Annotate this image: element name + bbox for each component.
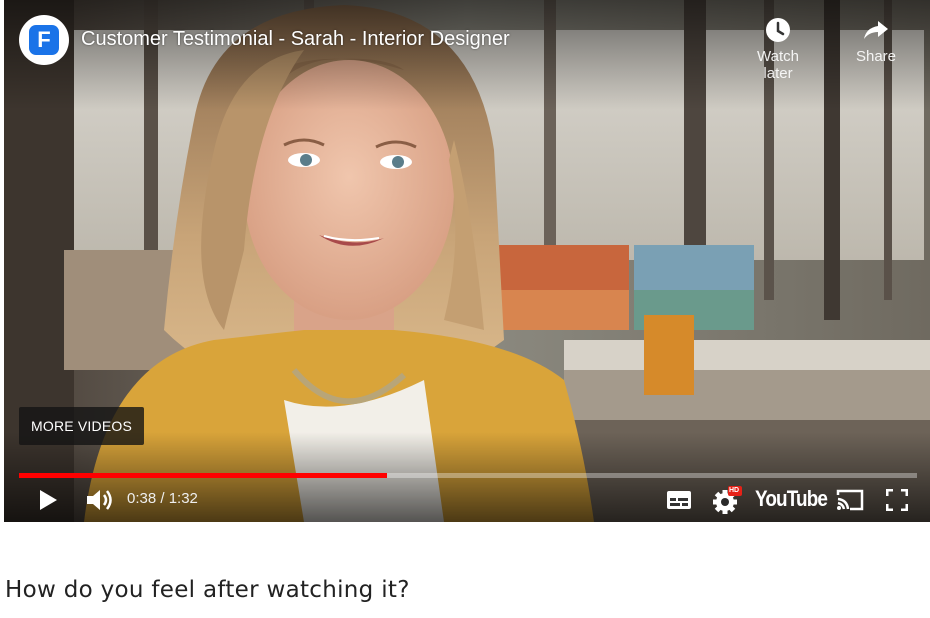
fullscreen-button[interactable]	[882, 484, 912, 516]
subtitles-icon	[667, 491, 691, 509]
video-title[interactable]: Customer Testimonial - Sarah - Interior …	[81, 28, 510, 51]
clock-icon	[766, 18, 790, 42]
mute-button[interactable]	[82, 484, 116, 516]
play-button[interactable]	[34, 484, 62, 516]
question-text: How do you feel after watching it?	[5, 577, 410, 603]
watch-later-button[interactable]: Watch later	[743, 16, 813, 82]
share-icon	[864, 21, 888, 39]
share-button[interactable]: Share	[841, 16, 911, 65]
fullscreen-icon	[886, 489, 908, 511]
play-icon	[40, 490, 57, 510]
volume-icon	[87, 490, 112, 510]
cast-icon	[836, 489, 864, 511]
watch-later-label: Watch later	[757, 48, 799, 82]
progress-bar[interactable]	[19, 473, 917, 478]
time-display: 0:38 / 1:32	[127, 490, 198, 507]
share-label: Share	[855, 48, 897, 65]
hd-badge: HD	[729, 487, 740, 494]
youtube-logo[interactable]: YouTube	[755, 486, 828, 512]
channel-logo[interactable]: F	[19, 15, 69, 65]
progress-played	[19, 473, 388, 478]
video-player[interactable]: F Customer Testimonial - Sarah - Interio…	[4, 0, 930, 522]
cast-button[interactable]	[834, 484, 866, 516]
settings-button[interactable]: HD	[710, 484, 744, 516]
channel-logo-letter: F	[29, 25, 59, 55]
subtitles-button[interactable]	[664, 484, 694, 516]
more-videos-button[interactable]: MORE VIDEOS	[19, 407, 144, 445]
